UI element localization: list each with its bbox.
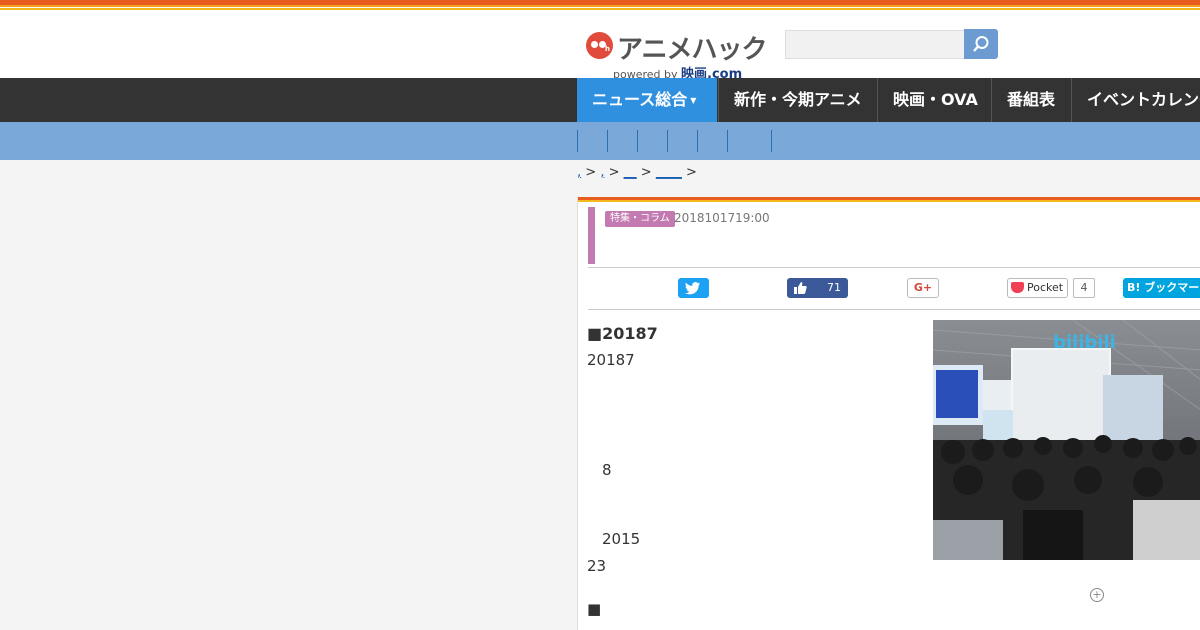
pocket-icon	[1011, 282, 1024, 293]
main-nav: ニュース総合▼ 新作・今期アニメ 映画・OVA 番組表 イベントカレンダー	[0, 78, 1200, 122]
subnav-divider	[667, 130, 668, 152]
nav-item-event-calendar[interactable]: イベントカレンダー	[1071, 78, 1200, 122]
article-date: 2018101719:00	[674, 211, 770, 225]
article-content: 特集・コラム 2018101719:00 71 G+ Pocket 4 B! ブ…	[577, 197, 1200, 630]
subnav-divider	[577, 130, 578, 152]
zoom-in-icon[interactable]: +	[1090, 588, 1104, 602]
paragraph-text: 20187	[587, 351, 635, 369]
nav-item-schedule[interactable]: 番組表	[991, 78, 1070, 122]
thumbs-up-icon	[794, 282, 807, 294]
twitter-share-button[interactable]	[678, 278, 709, 298]
subnav-divider	[771, 130, 772, 152]
pocket-save-button[interactable]: Pocket	[1007, 278, 1068, 298]
facebook-like-count: 71	[827, 281, 841, 294]
subnav-divider	[697, 130, 698, 152]
google-plus-share-button[interactable]: G+	[907, 278, 939, 298]
paragraph-text: 23	[587, 557, 607, 575]
top-color-stripe	[0, 0, 1200, 10]
breadcrumb-link[interactable]: __	[624, 165, 637, 180]
site-logo[interactable]: h アニメハック powered by 映画.com	[586, 20, 767, 82]
breadcrumb-link[interactable]: ____	[656, 165, 682, 180]
subnav-divider	[607, 130, 608, 152]
event-crowd-photo: bilibili	[933, 320, 1200, 560]
logo-mark-icon: h	[586, 32, 613, 59]
sub-nav	[0, 122, 1200, 160]
pocket-count: 4	[1073, 278, 1095, 298]
breadcrumb-link[interactable]: ,	[600, 165, 604, 180]
category-badge[interactable]: 特集・コラム	[605, 211, 675, 227]
logo-text: アニメハック	[617, 35, 767, 65]
search-button[interactable]	[964, 29, 998, 59]
nav-item-news[interactable]: ニュース総合 ▼	[577, 78, 717, 122]
twitter-icon	[685, 282, 700, 295]
search-input[interactable]	[785, 30, 965, 59]
search-icon	[973, 36, 989, 52]
content-color-stripe	[578, 197, 1200, 202]
subnav-divider	[727, 130, 728, 152]
divider	[588, 267, 1200, 268]
nav-item-movie-ova[interactable]: 映画・OVA	[877, 78, 993, 122]
paragraph-text: 8	[602, 461, 612, 479]
facebook-like-button[interactable]: 71	[787, 278, 848, 298]
nav-item-new-anime[interactable]: 新作・今期アニメ	[718, 78, 877, 122]
breadcrumb: , > , > __ > ____ >	[577, 165, 697, 180]
site-header: h アニメハック powered by 映画.com	[0, 10, 1200, 82]
paragraph-text: 2015	[602, 530, 641, 548]
section-heading: ■	[587, 600, 602, 618]
divider	[588, 309, 1200, 310]
caret-down-icon: ▼	[690, 95, 697, 105]
photo-sign-text: bilibili	[1053, 332, 1116, 353]
subnav-divider	[637, 130, 638, 152]
breadcrumb-link[interactable]: ,	[577, 165, 581, 180]
hatena-bookmark-button[interactable]: B! ブックマーク	[1123, 278, 1200, 298]
section-heading: ■20187	[587, 324, 658, 343]
title-accent-bar	[588, 207, 595, 264]
article-photo[interactable]: bilibili	[933, 320, 1200, 560]
